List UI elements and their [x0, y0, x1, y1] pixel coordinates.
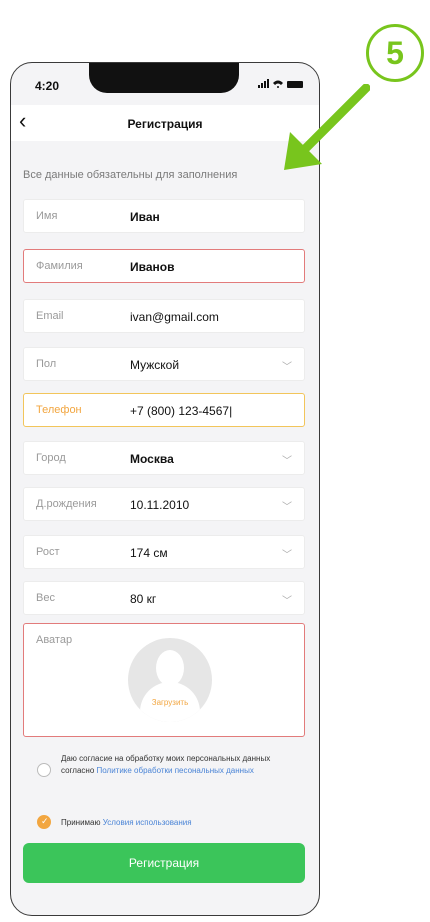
user-silhouette-icon — [156, 650, 184, 686]
field-label: Имя — [36, 210, 58, 222]
last-name-field[interactable]: Фамилия Иванов — [23, 249, 305, 283]
birthdate-select[interactable]: Д.рождения 10.11.2010 ﹀ — [23, 487, 305, 521]
privacy-policy-link[interactable]: Политике обработки песональных данных — [97, 766, 254, 775]
height-select[interactable]: Рост 174 см ﹀ — [23, 535, 305, 569]
chevron-down-icon: ﹀ — [282, 362, 292, 373]
terms-link[interactable]: Условия использования — [103, 818, 192, 827]
weight-select[interactable]: Вес 80 кг ﹀ — [23, 581, 305, 615]
field-value: 80 кг — [130, 592, 157, 606]
nav-bar: ‹ Регистрация — [11, 105, 319, 141]
avatar-upload[interactable]: Загрузить — [128, 638, 212, 722]
field-value: Иван — [130, 210, 160, 224]
chevron-down-icon: ﹀ — [282, 596, 292, 607]
upload-link[interactable]: Загрузить — [128, 698, 212, 707]
terms-consent-text: Принимаю Условия использования — [61, 817, 192, 829]
field-value: Москва — [130, 452, 174, 466]
signal-icon — [258, 79, 269, 88]
notch — [89, 63, 239, 93]
field-label: Рост — [36, 546, 60, 558]
phone-field[interactable]: Телефон +7 (800) 123-4567| — [23, 393, 305, 427]
chevron-down-icon: ﹀ — [282, 502, 292, 513]
status-time: 4:20 — [35, 79, 60, 93]
required-hint: Все данные обязательны для заполнения — [23, 169, 238, 181]
field-label: Вес — [36, 592, 55, 604]
field-value: +7 (800) 123-4567| — [130, 404, 233, 418]
register-button[interactable]: Регистрация — [23, 843, 305, 883]
terms-text: Принимаю — [61, 818, 101, 827]
personal-data-consent-text: Даю согласие на обработку моих персональ… — [61, 753, 301, 777]
phone-frame: 4:20 ‹ Регистрация Все данные обязательн… — [10, 62, 320, 916]
pointer-arrow-icon — [284, 84, 370, 170]
page-title: Регистрация — [127, 117, 203, 131]
field-value: ivan@gmail.com — [130, 310, 219, 324]
field-label: Фамилия — [36, 260, 83, 272]
field-value: Мужской — [130, 358, 180, 372]
field-value: 10.11.2010 — [130, 498, 190, 512]
terms-consent-radio[interactable] — [37, 815, 51, 829]
personal-data-consent-radio[interactable] — [37, 763, 51, 777]
step-number: 5 — [386, 35, 404, 71]
gender-select[interactable]: Пол Мужской ﹀ — [23, 347, 305, 381]
first-name-field[interactable]: Имя Иван — [23, 199, 305, 233]
avatar-field: Аватар Загрузить — [23, 623, 305, 737]
field-label: Телефон — [36, 404, 82, 416]
field-label: Email — [36, 310, 64, 322]
avatar-label: Аватар — [36, 634, 73, 646]
field-label: Пол — [36, 358, 57, 370]
field-value: Иванов — [130, 260, 175, 274]
chevron-down-icon: ﹀ — [282, 550, 292, 561]
field-label: Город — [36, 452, 66, 464]
field-value: 174 см — [130, 546, 168, 560]
city-select[interactable]: Город Москва ﹀ — [23, 441, 305, 475]
email-field[interactable]: Email ivan@gmail.com — [23, 299, 305, 333]
step-badge: 5 — [366, 24, 424, 82]
field-label: Д.рождения — [36, 498, 97, 510]
chevron-down-icon: ﹀ — [282, 456, 292, 467]
